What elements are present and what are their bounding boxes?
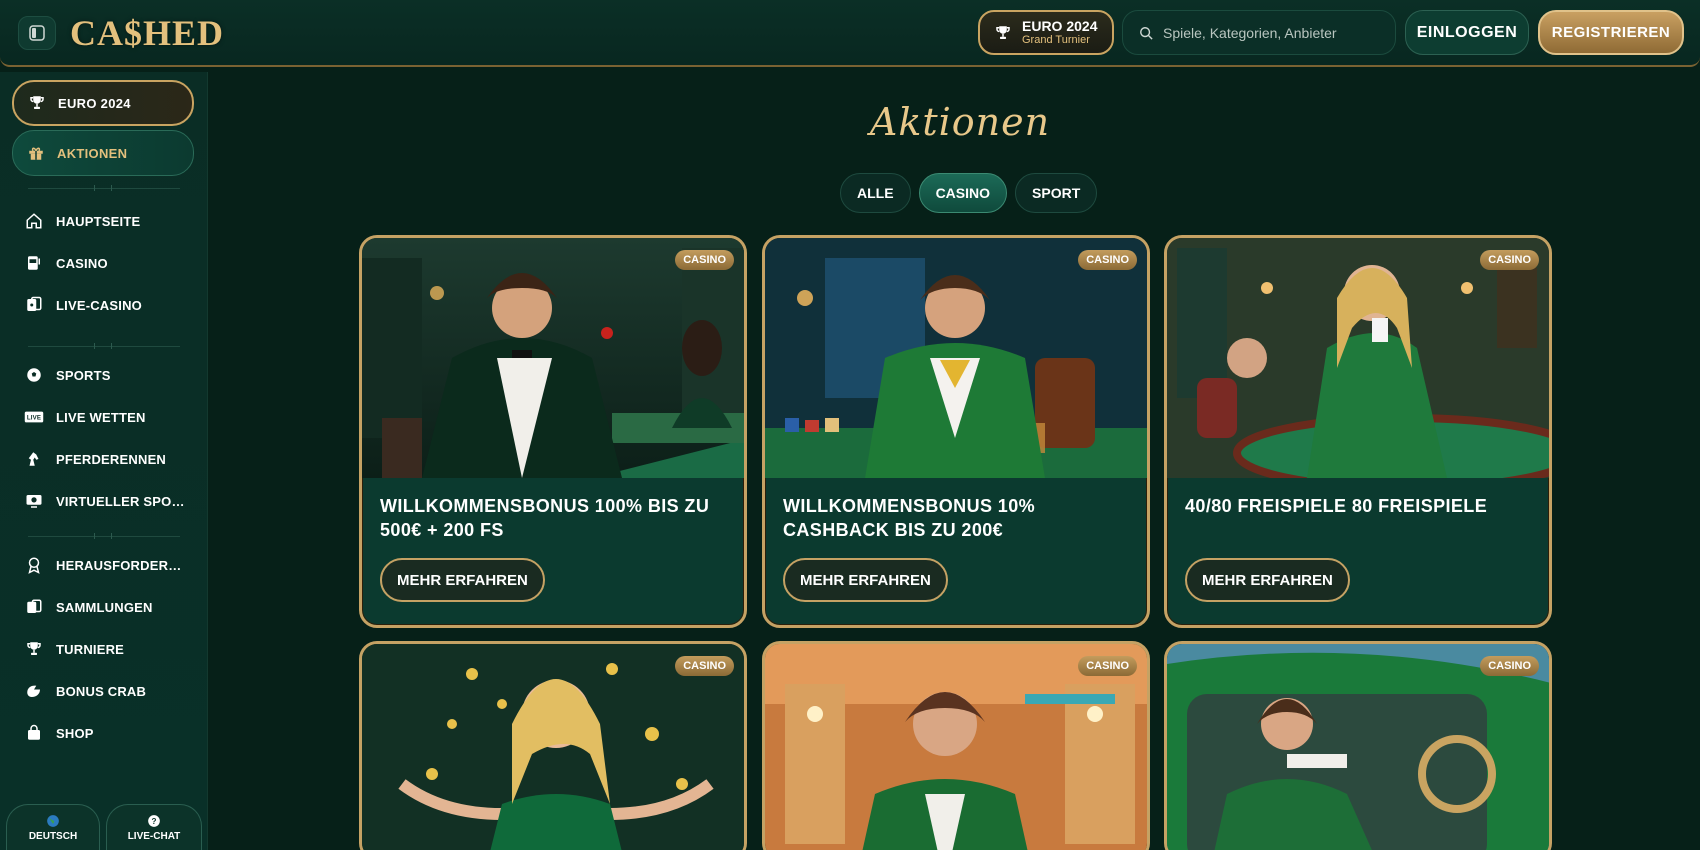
virtual-sport-icon <box>24 491 44 511</box>
sidebar-item-virtueller-sport[interactable]: VIRTUELLER SPORT <box>24 486 194 516</box>
sidebar-item-live-wetten[interactable]: LIVE LIVE WETTEN <box>24 402 194 432</box>
search-box[interactable] <box>1122 10 1396 55</box>
sidebar-euro-2024[interactable]: EURO 2024 <box>12 80 194 126</box>
category-badge: CASINO <box>675 250 734 270</box>
sidebar-item-label: CASINO <box>56 255 108 271</box>
promo-card[interactable]: CASINO <box>1164 641 1552 850</box>
live-chat-label: LIVE-CHAT <box>127 830 181 842</box>
sidebar-divider <box>28 533 180 539</box>
register-button[interactable]: REGISTRIEREN <box>1538 10 1684 55</box>
sidebar-item-hauptseite[interactable]: HAUPTSEITE <box>24 206 194 236</box>
svg-text:LIVE: LIVE <box>27 415 41 422</box>
page-title: Aktionen <box>869 100 1051 144</box>
promo-card[interactable]: CASINO <box>359 641 747 850</box>
svg-text:?: ? <box>152 816 157 825</box>
trophy-icon <box>996 25 1010 39</box>
shopping-bag-icon <box>24 723 44 743</box>
logo[interactable]: CA$HED <box>70 12 224 56</box>
gift-icon <box>29 147 43 160</box>
sidebar-item-bonus-crab[interactable]: BONUS CRAB <box>24 676 194 706</box>
promo-image: CASINO <box>1167 238 1549 478</box>
sidebar-item-label: HAUPTSEITE <box>56 213 141 229</box>
sidebar-item-label: LIVE WETTEN <box>56 409 146 425</box>
sidebar: EURO 2024 AKTIONEN HAUPTSEITE CASINO LIV… <box>0 72 208 850</box>
filter-sport[interactable]: SPORT <box>1015 173 1098 213</box>
sidebar-divider <box>28 343 180 349</box>
language-button[interactable]: DEUTSCH <box>6 804 100 850</box>
category-badge: CASINO <box>675 656 734 676</box>
promo-card[interactable]: CASINO WILLKOMMENSBONUS 100% BIS ZU 500€… <box>359 235 747 628</box>
filter-tabs: ALLE CASINO SPORT <box>840 173 1098 213</box>
sidebar-item-turniere[interactable]: TURNIERE <box>24 634 194 664</box>
promo-image: CASINO <box>362 644 744 850</box>
crab-claw-icon <box>24 681 44 701</box>
live-chat-button[interactable]: ? LIVE-CHAT <box>106 804 202 850</box>
live-icon: LIVE <box>24 407 44 427</box>
sidebar-item-label: VIRTUELLER SPORT <box>56 493 188 509</box>
sidebar-item-casino[interactable]: CASINO <box>24 248 194 278</box>
top-header: CA$HED EURO 2024 Grand Turnier EINLOGGEN… <box>0 0 1700 67</box>
badge-icon <box>24 555 44 575</box>
sidebar-item-live-casino[interactable]: LIVE-CASINO <box>24 290 194 320</box>
slot-machine-icon <box>24 253 44 273</box>
euro-title: EURO 2024 <box>1022 18 1098 34</box>
sidebar-item-sammlungen[interactable]: SAMMLUNGEN <box>24 592 194 622</box>
filter-casino[interactable]: CASINO <box>918 173 1008 213</box>
soccer-ball-icon <box>24 365 44 385</box>
sidebar-item-label: SPORTS <box>56 367 111 383</box>
sidebar-item-shop[interactable]: SHOP <box>24 718 194 748</box>
promo-card[interactable]: CASINO 40/80 FREISPIELE 80 FREISPIELE ME… <box>1164 235 1552 628</box>
promo-image: CASINO <box>765 238 1147 478</box>
help-icon: ? <box>148 814 160 827</box>
sidebar-item-label: HERAUSFORDERUN... <box>56 557 188 573</box>
sidebar-item-label: TURNIERE <box>56 641 125 657</box>
learn-more-button[interactable]: MEHR ERFAHREN <box>783 558 948 602</box>
sidebar-item-pferderennen[interactable]: PFERDERENNEN <box>24 444 194 474</box>
promo-title: WILLKOMMENSBONUS 100% BIS ZU 500€ + 200 … <box>380 496 710 540</box>
sidebar-item-label: BONUS CRAB <box>56 683 147 699</box>
sidebar-euro-label: EURO 2024 <box>58 95 131 111</box>
sidebar-aktionen[interactable]: AKTIONEN <box>12 130 194 176</box>
globe-icon <box>47 814 59 827</box>
login-button[interactable]: EINLOGGEN <box>1405 10 1529 55</box>
sidebar-toggle-icon <box>29 25 45 41</box>
learn-more-button[interactable]: MEHR ERFAHREN <box>1185 558 1350 602</box>
category-badge: CASINO <box>1480 250 1539 270</box>
sidebar-item-herausforderungen[interactable]: HERAUSFORDERUN... <box>24 550 194 580</box>
category-badge: CASINO <box>1480 656 1539 676</box>
home-icon <box>24 211 44 231</box>
collections-icon <box>24 597 44 617</box>
sidebar-item-label: SAMMLUNGEN <box>56 599 153 615</box>
promo-title: 40/80 FREISPIELE 80 FREISPIELE <box>1185 496 1488 516</box>
category-badge: CASINO <box>1078 250 1137 270</box>
horse-icon <box>24 449 44 469</box>
language-label: DEUTSCH <box>28 830 78 842</box>
promo-card[interactable]: CASINO <box>762 641 1150 850</box>
sidebar-toggle-button[interactable] <box>18 16 56 50</box>
promo-image: CASINO <box>765 644 1147 850</box>
cards-icon <box>24 295 44 315</box>
sidebar-item-sports[interactable]: SPORTS <box>24 360 194 390</box>
sidebar-aktionen-label: AKTIONEN <box>57 145 128 161</box>
search-input[interactable] <box>1163 24 1383 41</box>
trophy-icon <box>30 96 44 109</box>
search-icon <box>1140 26 1153 40</box>
promo-image: CASINO <box>1167 644 1549 850</box>
promo-card[interactable]: CASINO WILLKOMMENSBONUS 10% CASHBACK BIS… <box>762 235 1150 628</box>
sidebar-item-label: LIVE-CASINO <box>56 297 142 313</box>
filter-all[interactable]: ALLE <box>840 173 911 213</box>
sidebar-item-label: PFERDERENNEN <box>56 451 167 467</box>
euro-2024-button[interactable]: EURO 2024 Grand Turnier <box>978 10 1114 55</box>
euro-subtitle: Grand Turnier <box>1022 34 1090 46</box>
promo-image: CASINO <box>362 238 744 478</box>
sidebar-divider <box>28 185 180 191</box>
learn-more-button[interactable]: MEHR ERFAHREN <box>380 558 545 602</box>
promo-title: WILLKOMMENSBONUS 10% CASHBACK BIS ZU 200… <box>783 496 1036 540</box>
sidebar-item-label: SHOP <box>56 725 94 741</box>
trophy-icon <box>24 639 44 659</box>
category-badge: CASINO <box>1078 656 1137 676</box>
